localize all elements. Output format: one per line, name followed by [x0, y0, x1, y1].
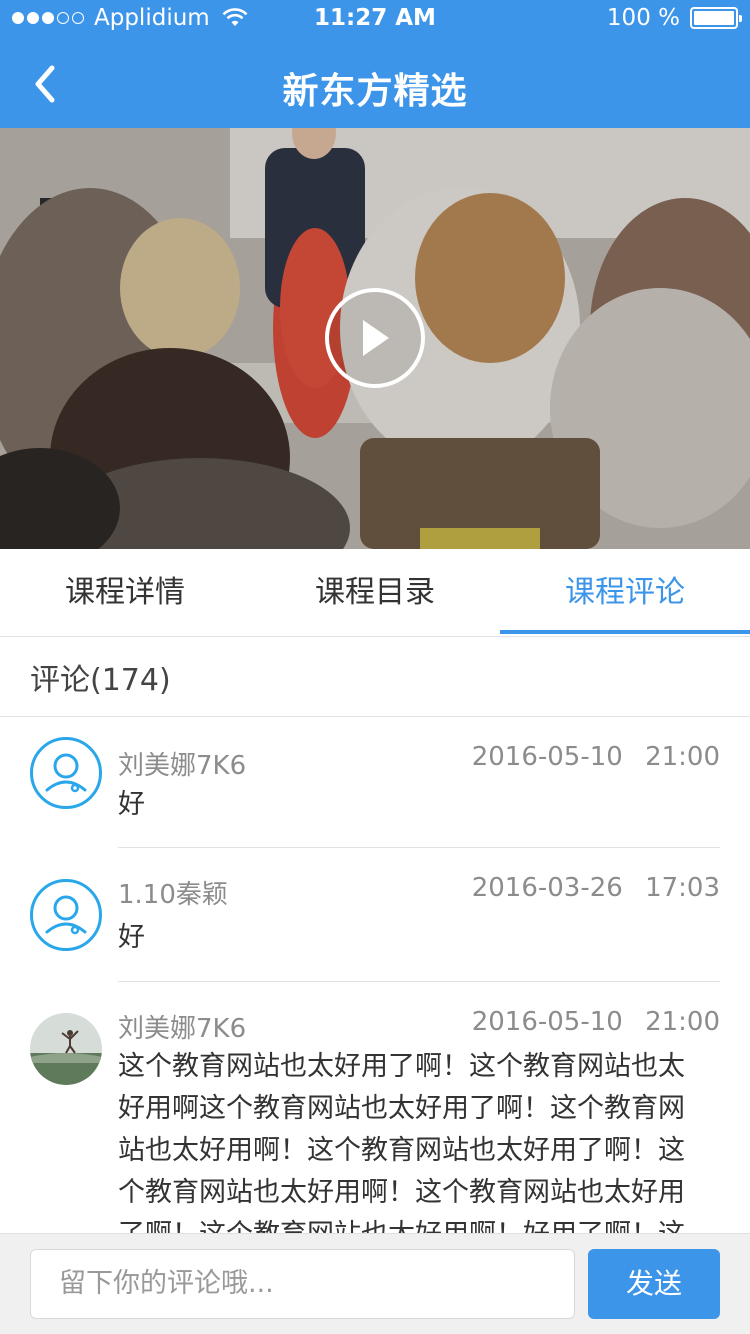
course-video[interactable]	[0, 128, 750, 549]
battery-percent: 100 %	[606, 5, 680, 31]
comment-text-line: 好用啊这个教育网站也太好用了啊！这个教育网	[118, 1093, 685, 1124]
comment-item: 刘美娜7K6 2016-05-10 21:00 这个教育网站也太好用了啊！这个教…	[0, 982, 750, 1233]
comment-input-bar: 留下你的评论哦... 发送	[0, 1233, 750, 1334]
tab-course-details[interactable]: 课程详情	[0, 549, 250, 636]
course-tabs: 课程详情 课程目录 课程评论	[0, 549, 750, 637]
tab-course-comments[interactable]: 课程评论	[500, 549, 750, 636]
comment-item: 1.10秦颖 2016-03-26 17:03 好	[0, 848, 750, 982]
comment-username: 刘美娜7K6	[118, 751, 247, 781]
comment-list[interactable]: 刘美娜7K6 2016-05-10 21:00 好 1.10秦颖 2016-03…	[0, 717, 750, 1233]
comment-date: 2016-05-10 21:00	[471, 1007, 720, 1037]
comment-text: 这个教育网站也太好用了啊！这个教育网站也太 好用啊这个教育网站也太好用了啊！这个…	[118, 1046, 718, 1233]
send-button[interactable]: 发送	[588, 1249, 720, 1319]
battery-icon	[690, 7, 742, 29]
user-placeholder-icon[interactable]	[30, 737, 102, 809]
comment-username: 1.10秦颖	[118, 880, 228, 910]
tab-course-catalog[interactable]: 课程目录	[250, 549, 500, 636]
comment-input[interactable]: 留下你的评论哦...	[30, 1249, 575, 1319]
comment-text-line: 站也太好用啊！这个教育网站也太好用了啊！这	[118, 1135, 685, 1166]
comment-text-line: 这个教育网站也太好用了啊！这个教育网站也太	[118, 1051, 685, 1082]
page-title: 新东方精选	[282, 71, 468, 112]
top-bar: Applidium 11:27 AM 100 % 新东方精选	[0, 0, 750, 128]
play-icon	[363, 320, 389, 356]
status-bar: Applidium 11:27 AM 100 %	[0, 0, 750, 40]
comment-username: 刘美娜7K6	[118, 1014, 247, 1044]
user-placeholder-icon[interactable]	[30, 879, 102, 951]
comment-text: 好	[118, 789, 145, 820]
comments-count: 评论(174)	[30, 663, 171, 698]
comment-text: 好	[118, 922, 145, 953]
comment-date: 2016-03-26 17:03	[471, 873, 720, 903]
play-button[interactable]	[325, 288, 425, 388]
status-right: 100 %	[606, 5, 742, 31]
comment-text-line: 了啊！这个教育网站也太好用啊！好用了啊！这	[118, 1214, 718, 1233]
comment-item: 刘美娜7K6 2016-05-10 21:00 好	[0, 717, 750, 848]
comment-date: 2016-05-10 21:00	[471, 742, 720, 772]
nav-bar: 新东方精选	[0, 40, 750, 128]
photo-avatar[interactable]	[30, 1013, 102, 1085]
comment-text-line: 个教育网站也太好用啊！这个教育网站也太好用	[118, 1177, 685, 1208]
